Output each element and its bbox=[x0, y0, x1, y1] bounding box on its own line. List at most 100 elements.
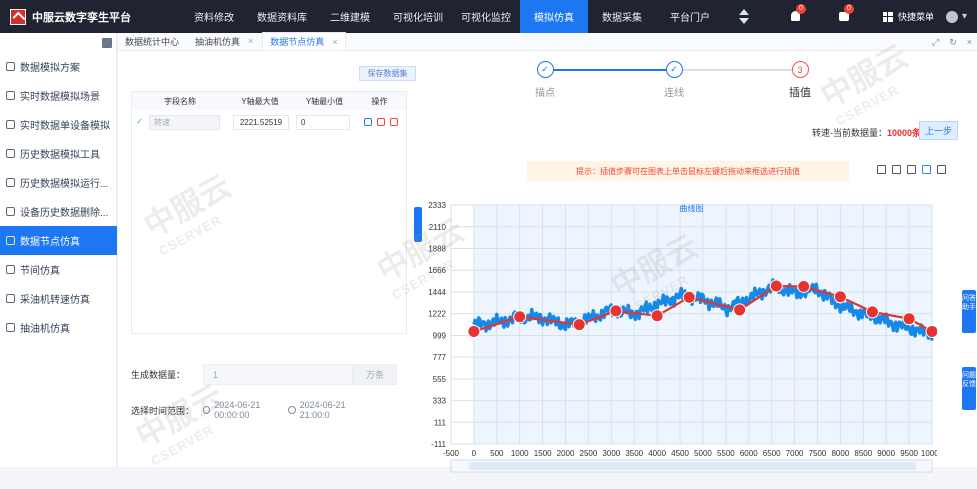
hint-banner: 提示：插值步骤可在图表上单击鼠标左键后拖动来框选进行插值 bbox=[527, 161, 849, 181]
interpolation-point bbox=[902, 312, 916, 326]
copy-icon[interactable] bbox=[364, 118, 372, 126]
chart-toolbar bbox=[877, 165, 946, 174]
close-icon[interactable]: × bbox=[248, 36, 253, 46]
sidebar-item-single-device[interactable]: 实时数据单设备模拟 bbox=[0, 110, 117, 139]
previous-step-button[interactable]: 上一步 bbox=[919, 121, 958, 140]
remove-icon[interactable] bbox=[377, 118, 385, 126]
y-min-input[interactable]: 0 bbox=[296, 114, 350, 130]
y-tick-label: 1666 bbox=[428, 266, 446, 275]
tab-label: 数据节点仿真 bbox=[270, 37, 325, 47]
x-tick-label: 9500 bbox=[900, 449, 918, 458]
start-time-input[interactable]: 2024-06-21 00:00:00 bbox=[203, 400, 288, 420]
generate-count-label: 生成数据量： bbox=[131, 370, 186, 380]
nav-item-data-collection[interactable]: 数据采集 bbox=[588, 0, 656, 33]
nav-item-portal[interactable]: 平台门户 bbox=[656, 0, 724, 33]
step-connect: ✓ 连线 bbox=[651, 61, 697, 99]
column-y-min: Y轴最小值 bbox=[305, 96, 344, 106]
y-tick-label: 1888 bbox=[428, 245, 446, 254]
sidebar-item-data-node-simulation[interactable]: 数据节点仿真 bbox=[0, 226, 117, 255]
fullscreen-icon[interactable]: ⤢ bbox=[932, 37, 939, 48]
step-label: 插值 bbox=[789, 87, 811, 99]
data-count-value: 10000条 bbox=[887, 128, 922, 138]
interpolation-point bbox=[833, 290, 847, 304]
current-data-count: 转速-当前数据量：10000条 bbox=[812, 126, 921, 139]
tab-data-node-simulation[interactable]: 数据节点仿真 × bbox=[262, 32, 346, 50]
y-tick-label: 333 bbox=[433, 397, 447, 406]
avatar[interactable] bbox=[945, 10, 958, 23]
brand[interactable]: 中服云数字孪生平台 bbox=[0, 8, 180, 25]
field-name-input[interactable]: 转速 bbox=[149, 114, 220, 130]
interpolation-panel: ✓ 描点 ✓ 连线 3 插值 转速-当前数据量：10000条 上一步 提示：插值步骤可… bbox=[413, 51, 977, 473]
trash-icon[interactable] bbox=[877, 165, 886, 174]
sidebar-item-label: 数据模拟方案 bbox=[20, 63, 80, 74]
sort-icon[interactable] bbox=[735, 9, 753, 24]
sidebar-item-pump-simulation[interactable]: 抽油机仿真 bbox=[0, 313, 117, 342]
copy-icon[interactable] bbox=[892, 165, 901, 174]
message-count-badge: 0 bbox=[843, 3, 854, 14]
tab-pump-simulation[interactable]: 抽油机仿真 × bbox=[188, 32, 260, 50]
tab-data-statistics[interactable]: 数据统计中心 bbox=[118, 32, 186, 50]
help-assistant-button[interactable]: 问答助手 bbox=[962, 290, 976, 333]
nav-item-simulation[interactable]: 模拟仿真 bbox=[520, 0, 588, 33]
y-tick-label: -111 bbox=[431, 440, 446, 449]
sidebar-item-label: 历史数据模拟运行... bbox=[20, 179, 109, 190]
interpolation-point bbox=[733, 303, 747, 317]
x-tick-label: 500 bbox=[490, 449, 504, 458]
pump-icon bbox=[6, 323, 15, 332]
generate-count-input[interactable]: 1 bbox=[203, 364, 353, 385]
drag-handle[interactable] bbox=[414, 207, 422, 242]
user-menu-icon[interactable]: ▾ bbox=[962, 11, 967, 22]
sidebar-item-label: 实时数据单设备模拟 bbox=[20, 121, 110, 132]
y-tick-label: 111 bbox=[434, 418, 447, 427]
undo-icon[interactable] bbox=[907, 165, 916, 174]
message-icon[interactable]: 0 bbox=[835, 3, 854, 26]
sidebar-item-simulation-plan[interactable]: 数据模拟方案 bbox=[0, 52, 117, 81]
sidebar-item-label: 抽油机仿真 bbox=[20, 324, 70, 335]
sidebar-item-realtime-scene[interactable]: 实时数据模拟场景 bbox=[0, 81, 117, 110]
sidebar-item-history-tool[interactable]: 历史数据模拟工具 bbox=[0, 139, 117, 168]
sidebar-item-speed-simulation[interactable]: 采油机转速仿真 bbox=[0, 284, 117, 313]
y-max-input[interactable]: 2221.52519 bbox=[233, 114, 289, 130]
refresh-icon[interactable]: ↻ bbox=[949, 37, 957, 48]
sidebar-item-history-run[interactable]: 历史数据模拟运行... bbox=[0, 168, 117, 197]
close-icon[interactable]: × bbox=[332, 37, 337, 47]
line-chart-svg[interactable]: -111 111 333 555 777 999 1222 1444 1666 1888 2110 2… bbox=[421, 187, 944, 487]
delete-icon[interactable] bbox=[390, 118, 398, 126]
y-tick-label: 777 bbox=[433, 353, 447, 362]
save-dataset-button[interactable]: 保存数据集 bbox=[359, 66, 416, 81]
column-y-max: Y轴最大值 bbox=[241, 96, 279, 106]
menu-collapse-icon[interactable] bbox=[102, 38, 112, 48]
quick-menu-button[interactable]: 快捷菜单 bbox=[882, 10, 934, 23]
nav-item-visual-monitor[interactable]: 可视化监控 bbox=[452, 0, 520, 33]
nav-item-data-library[interactable]: 数据资料库 bbox=[248, 0, 316, 33]
expand-icon[interactable] bbox=[937, 165, 946, 174]
end-time-input[interactable]: 2024-06-21 21:00:0 bbox=[288, 400, 373, 420]
x-tick-label: 3500 bbox=[625, 449, 643, 458]
interpolation-chart[interactable]: -111 111 333 555 777 999 1222 1444 1666 1888 2110 2… bbox=[421, 187, 944, 487]
calendar-icon bbox=[6, 265, 15, 274]
x-tick-label: 5500 bbox=[717, 449, 735, 458]
interpolation-point bbox=[797, 279, 811, 293]
x-tick-label: 3000 bbox=[602, 449, 620, 458]
nav-item-data-edit[interactable]: 资料修改 bbox=[180, 0, 248, 33]
nav-item-visual-training[interactable]: 可视化培训 bbox=[384, 0, 452, 33]
feedback-button[interactable]: 问题反馈 bbox=[962, 367, 976, 410]
interpolation-point bbox=[769, 279, 783, 293]
time-range-label: 选择时间范围： bbox=[131, 405, 195, 416]
x-tick-label: 7000 bbox=[786, 449, 804, 458]
nav-item-2d-modeling[interactable]: 二维建模 bbox=[316, 0, 384, 33]
sidebar-item-history-delete[interactable]: 设备历史数据删除... bbox=[0, 197, 117, 226]
y-tick-label: 1444 bbox=[428, 288, 446, 297]
bell-icon[interactable]: 0 bbox=[787, 3, 806, 26]
progress-stepper: ✓ 描点 ✓ 连线 3 插值 bbox=[535, 61, 818, 103]
sidebar: 数据模拟方案 实时数据模拟场景 实时数据单设备模拟 历史数据模拟工具 历史数据模… bbox=[0, 33, 117, 467]
generate-count-row: 生成数据量： 1 万条 bbox=[131, 364, 397, 385]
step-complete-icon: ✓ bbox=[536, 61, 554, 78]
zoom-slider-window bbox=[469, 462, 916, 470]
zoom-icon[interactable] bbox=[922, 165, 931, 174]
close-icon[interactable]: × bbox=[967, 37, 972, 48]
y-tick-label: 2110 bbox=[429, 223, 447, 232]
x-tick-label: 5000 bbox=[694, 449, 712, 458]
sidebar-item-section-simulation[interactable]: 节间仿真 bbox=[0, 255, 117, 284]
column-field-name: 字段名称 bbox=[164, 96, 196, 106]
